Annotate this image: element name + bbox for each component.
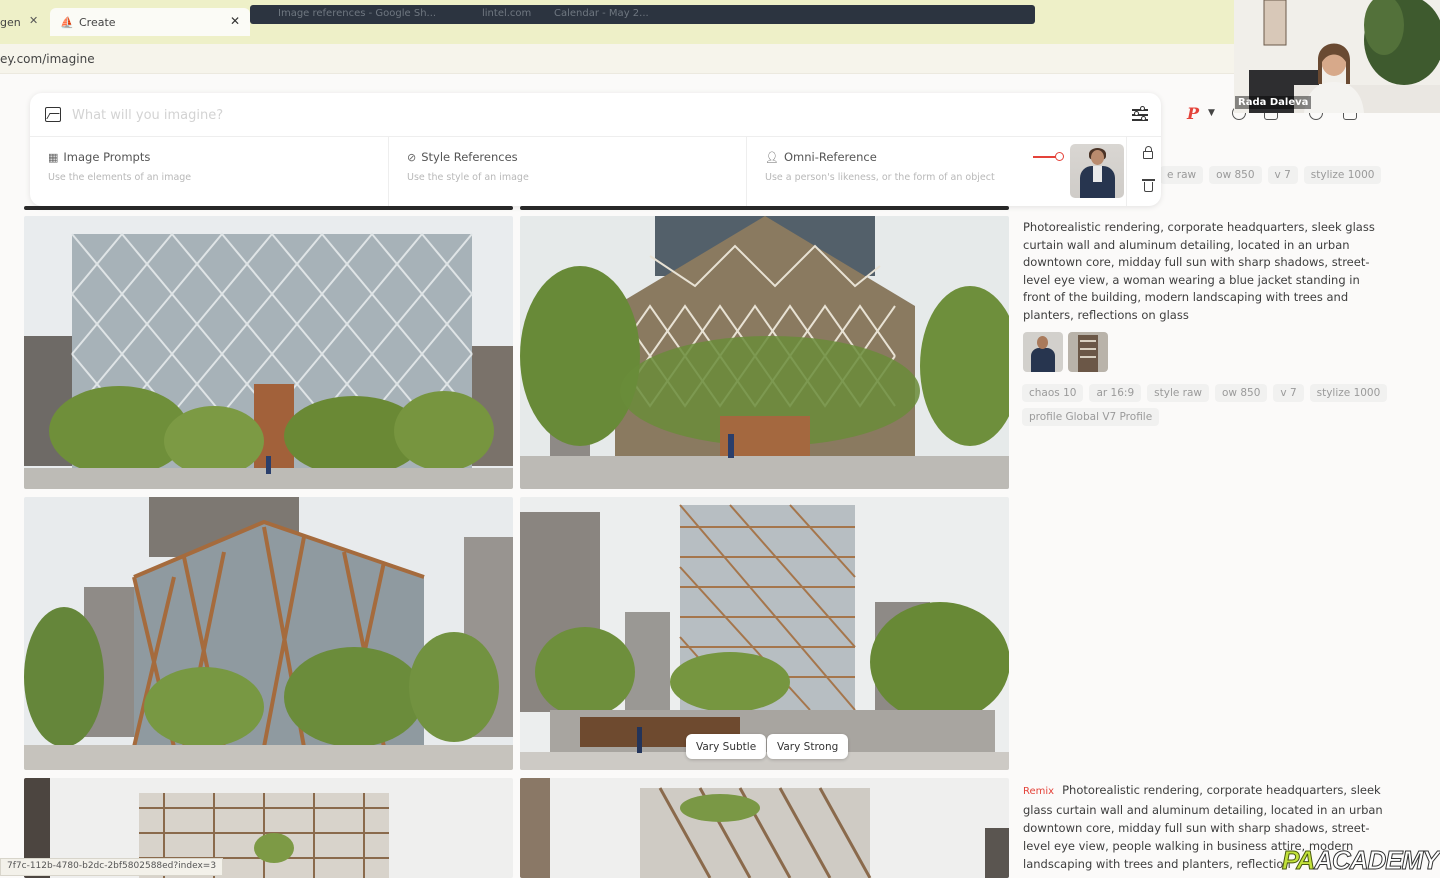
generated-image-4[interactable] [520, 497, 1009, 770]
academy-watermark-logo: PAACADEMY [1281, 845, 1440, 876]
prompt-row [30, 93, 1161, 137]
image-prompts-section[interactable]: ▦ Image Prompts Use the elements of an im… [30, 137, 389, 206]
profile-button[interactable]: P [1187, 104, 1199, 123]
chip[interactable]: stylize 1000 [1303, 166, 1382, 184]
generated-image-1[interactable] [24, 216, 513, 489]
webcam-name-label: Rada Daleva [1235, 96, 1312, 109]
image-tile-top-1-edge[interactable] [24, 206, 513, 210]
tab-image-references[interactable]: Image references - Google Sh... [278, 8, 436, 19]
chip[interactable]: v 7 [1267, 166, 1298, 184]
tab-lintel[interactable]: lintel.com [482, 8, 531, 19]
image-prompts-title: Image Prompts [63, 150, 151, 164]
profile-chip-row: profile Global V7 Profile [1022, 408, 1160, 426]
vary-strong-button[interactable]: Vary Strong [767, 734, 849, 759]
vary-subtle-button[interactable]: Vary Subtle [686, 734, 767, 759]
close-icon[interactable]: ✕ [230, 14, 240, 28]
grid-icon: ▦ [48, 150, 59, 164]
tab-previous-label: gen [0, 15, 21, 29]
address-bar[interactable]: ey.com/imagine [0, 44, 1440, 74]
generated-image-6[interactable] [520, 778, 1009, 878]
tab-previous[interactable]: gen ✕ [0, 8, 48, 36]
chip[interactable]: chaos 10 [1022, 384, 1084, 402]
tab-create-label: Create [79, 15, 116, 29]
profile-chip[interactable]: profile Global V7 Profile [1022, 408, 1160, 426]
chip[interactable]: v 7 [1273, 384, 1304, 402]
tab-calendar[interactable]: Calendar - May 2... [554, 8, 649, 19]
previous-job-chips: e raw ow 850 v 7 stylize 1000 [1160, 166, 1382, 184]
omni-ref-thumb[interactable] [1023, 332, 1063, 372]
image-prompts-subtitle: Use the elements of an image [48, 172, 192, 183]
status-url: 7f7c-112b-4780-b2dc-2bf5802588ed?index=3 [0, 858, 224, 876]
style-ref-thumb[interactable] [1068, 332, 1108, 372]
prompt-input[interactable] [72, 105, 972, 125]
job-prompt-text[interactable]: Photorealistic rendering, corporate head… [1023, 219, 1378, 325]
omni-reference-thumbnail[interactable] [1070, 144, 1124, 198]
job-reference-thumbs [1023, 332, 1108, 372]
trash-icon[interactable] [1142, 179, 1155, 192]
chip[interactable]: stylize 1000 [1309, 384, 1388, 402]
style-references-section[interactable]: ⊘ Style References Use the style of an im… [389, 137, 747, 206]
paperclip-icon: ⊘ [407, 150, 417, 164]
close-icon[interactable]: ✕ [29, 14, 38, 27]
chip[interactable]: ow 850 [1209, 166, 1262, 184]
omni-strength-slider[interactable] [1033, 152, 1064, 161]
job-chips: chaos 10 ar 16:9 style raw ow 850 v 7 st… [1022, 384, 1388, 402]
style-references-title: Style References [421, 150, 518, 164]
generated-image-3[interactable] [24, 497, 513, 770]
prompt-panel: ▦ Image Prompts Use the elements of an im… [30, 93, 1161, 206]
address-text: ey.com/imagine [0, 52, 95, 66]
favicon-icon: ⛵ [60, 16, 74, 29]
chip[interactable]: e raw [1160, 166, 1204, 184]
chip[interactable]: ow 850 [1215, 384, 1268, 402]
other-tabs-strip[interactable]: Image references - Google Sh... lintel.c… [250, 5, 1035, 24]
remix-tag: Remix [1023, 786, 1055, 797]
style-references-subtitle: Use the style of an image [407, 172, 529, 183]
generated-image-2[interactable] [520, 216, 1009, 489]
chip[interactable]: style raw [1147, 384, 1209, 402]
chip[interactable]: ar 16:9 [1089, 384, 1142, 402]
omni-reference-title: Omni-Reference [783, 150, 877, 164]
tab-create[interactable]: ⛵ Create ✕ [50, 8, 250, 36]
image-tile-top-2-edge[interactable] [520, 206, 1009, 210]
sliders-icon[interactable] [1132, 106, 1148, 123]
chevron-down-icon[interactable]: ▼ [1208, 108, 1215, 118]
person-icon: 👤︎ [765, 150, 779, 164]
lock-icon[interactable] [1143, 146, 1153, 159]
image-icon[interactable] [45, 107, 61, 122]
